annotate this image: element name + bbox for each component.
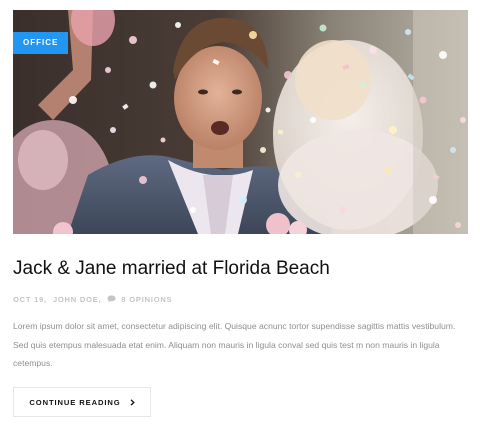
post-featured-image[interactable] — [13, 10, 468, 234]
post-excerpt: Lorem ipsum dolor sit amet, consectetur … — [13, 321, 456, 368]
blog-post-card: OFFICE Jack & Jane married at Florida Be… — [0, 0, 480, 434]
chevron-right-icon — [130, 398, 135, 406]
continue-reading-label: CONTINUE READING — [29, 397, 121, 407]
post-date: OCT 19, — [13, 294, 47, 304]
category-badge[interactable]: OFFICE — [13, 32, 69, 54]
continue-reading-button[interactable]: CONTINUE READING — [13, 387, 151, 417]
wedding-photo — [13, 10, 468, 234]
comment-bubble-icon[interactable] — [107, 295, 116, 303]
post-title[interactable]: Jack & Jane married at Florida Beach — [13, 257, 330, 281]
post-meta: OCT 19, JOHN DOE, 8 OPINIONS — [13, 293, 172, 305]
post-comments-count[interactable]: 8 OPINIONS — [121, 295, 172, 304]
post-author[interactable]: JOHN DOE, — [53, 295, 101, 304]
